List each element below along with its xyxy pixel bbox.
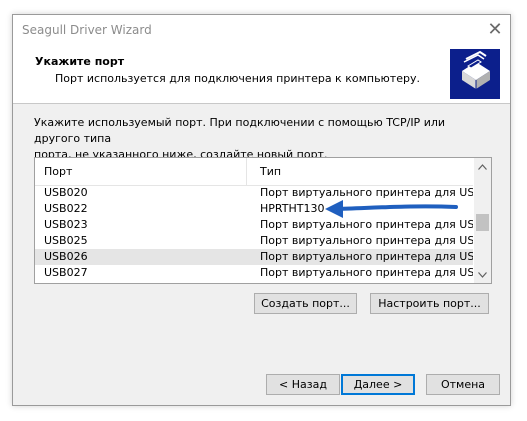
type-cell: Порт виртуального принтера для USB (260, 218, 473, 231)
list-row-usb026[interactable]: USB026 Порт виртуального принтера для US… (35, 249, 473, 265)
close-icon: ✕ (487, 19, 503, 40)
port-cell: USB026 (44, 250, 88, 263)
chevron-down-icon (478, 271, 487, 278)
type-cell: Порт виртуального принтера для USB (260, 234, 473, 247)
list-row-usb027[interactable]: USB027 Порт виртуального принтера для US… (35, 265, 473, 281)
list-row-usb023[interactable]: USB023 Порт виртуального принтера для US… (35, 217, 473, 233)
type-cell: Порт виртуального принтера для USB (260, 266, 473, 279)
port-cell: USB023 (44, 218, 88, 231)
configure-port-button[interactable]: Настроить порт... (370, 293, 489, 314)
instructions-text: Укажите используемый порт. При подключен… (34, 115, 494, 163)
type-cell: Порт виртуального принтера для USB (260, 186, 473, 199)
window-title: Seagull Driver Wizard (22, 23, 152, 37)
scroll-thumb[interactable] (476, 214, 489, 231)
title-bar: Seagull Driver Wizard ✕ (13, 15, 510, 44)
cancel-button[interactable]: Отмена (426, 374, 500, 395)
port-cell: USB022 (44, 202, 88, 215)
port-list[interactable]: Порт Тип USB020 Порт виртуального принте… (34, 157, 492, 284)
port-cell: USB025 (44, 234, 88, 247)
list-scrollbar[interactable] (474, 158, 491, 283)
port-cell: USB027 (44, 266, 88, 279)
wizard-window: Seagull Driver Wizard ✕ Укажите порт Пор… (12, 14, 511, 406)
type-cell: HPRTHT130 (260, 202, 325, 215)
column-header-type[interactable]: Тип (248, 158, 473, 185)
list-row-usb020[interactable]: USB020 Порт виртуального принтера для US… (35, 185, 473, 201)
page-title: Укажите порт (35, 55, 125, 68)
port-cell: USB020 (44, 186, 88, 199)
back-button[interactable]: < Назад (266, 374, 340, 395)
chevron-up-icon (478, 163, 487, 170)
create-port-button[interactable]: Создать порт... (254, 293, 357, 314)
type-cell: Порт виртуального принтера для USB (260, 250, 473, 263)
list-rows: USB020 Порт виртуального принтера для US… (35, 185, 473, 282)
printer-icon (450, 49, 500, 99)
instructions-line-1: Укажите используемый порт. При подключен… (34, 116, 446, 145)
column-header-port[interactable]: Порт (35, 158, 247, 185)
list-row-usb025[interactable]: USB025 Порт виртуального принтера для US… (35, 233, 473, 249)
wizard-header: Укажите порт Порт используется для подкл… (13, 44, 510, 104)
list-header: Порт Тип (35, 158, 473, 186)
next-button[interactable]: Далее > (341, 374, 415, 395)
scroll-down-button[interactable] (474, 266, 491, 283)
list-row-usb022[interactable]: USB022 HPRTHT130 (35, 201, 473, 217)
close-button[interactable]: ✕ (480, 15, 510, 44)
scroll-up-button[interactable] (474, 158, 491, 175)
page-subtitle: Порт используется для подключения принте… (55, 72, 420, 85)
